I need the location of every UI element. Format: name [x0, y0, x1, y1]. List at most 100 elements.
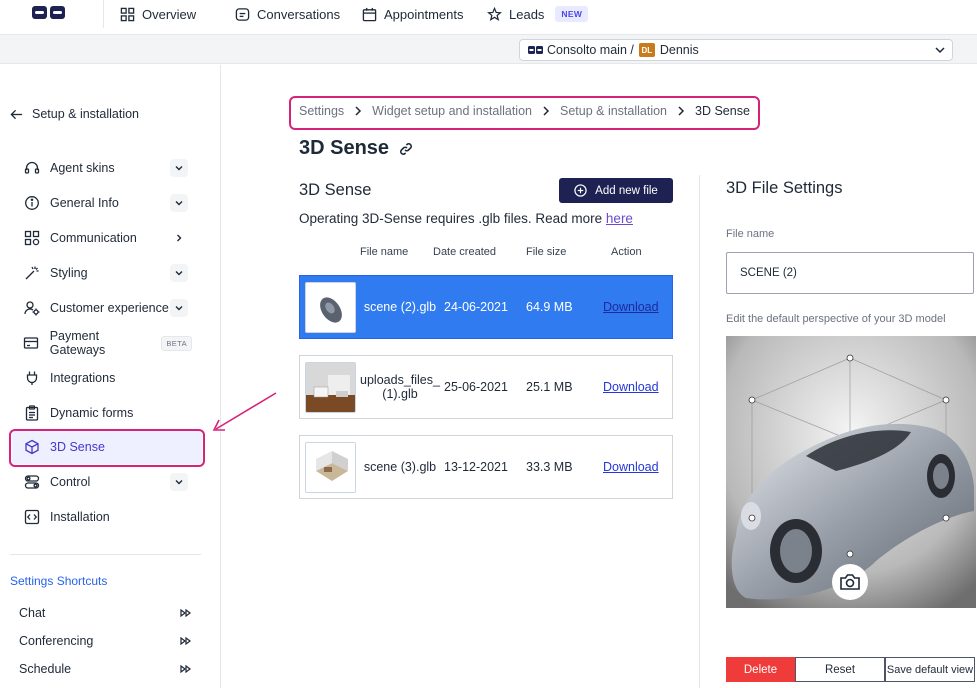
- arrow-left-icon: [10, 109, 23, 119]
- download-link[interactable]: Download: [603, 300, 659, 314]
- download-link[interactable]: Download: [603, 460, 659, 474]
- nav-appointments[interactable]: Appointments: [362, 5, 464, 23]
- add-new-file-button[interactable]: Add new file: [559, 178, 673, 203]
- download-link[interactable]: Download: [603, 380, 659, 394]
- apps-icon: [23, 230, 40, 247]
- sidebar-item-control[interactable]: Control: [14, 468, 192, 496]
- file-row[interactable]: scene (2).glb 24-06-2021 64.9 MB Downloa…: [299, 275, 673, 339]
- breadcrumb: Settings Widget setup and installation S…: [299, 104, 750, 118]
- settings-shortcuts-title: Settings Shortcuts: [10, 574, 108, 588]
- sidebar-item-general-info[interactable]: General Info: [14, 189, 192, 217]
- info-text-body: Operating 3D-Sense requires .glb files. …: [299, 211, 603, 226]
- beta-badge: BETA: [161, 335, 192, 351]
- save-default-view-button[interactable]: Save default view: [885, 657, 975, 682]
- reset-button[interactable]: Reset: [795, 657, 885, 682]
- shortcut-schedule[interactable]: Schedule: [19, 662, 192, 676]
- nav-leads-label: Leads: [509, 6, 545, 22]
- file-date: 25-06-2021: [444, 380, 508, 394]
- toggle-icon: [23, 474, 40, 491]
- page-title: 3D Sense: [299, 137, 413, 160]
- chevron-right-icon: [678, 106, 685, 116]
- files-section-title: 3D Sense: [299, 181, 372, 199]
- calendar-icon: [362, 7, 377, 21]
- file-name: uploads_files_ (1).glb: [360, 373, 440, 401]
- perspective-label: Edit the default perspective of your 3D …: [726, 313, 946, 325]
- breadcrumb-settings[interactable]: Settings: [299, 104, 344, 118]
- capture-view-button[interactable]: [832, 564, 868, 600]
- plus-circle-icon: [574, 184, 587, 197]
- sidebar-item-customer-experience[interactable]: Customer experience: [14, 294, 192, 322]
- user-gear-icon: [23, 300, 40, 317]
- plug-icon: [23, 370, 40, 387]
- file-date: 13-12-2021: [444, 460, 508, 474]
- nav-overview[interactable]: Overview: [120, 5, 196, 23]
- sidebar-item-payment-gateways[interactable]: Payment Gateways BETA: [14, 329, 192, 357]
- chevron-down-icon[interactable]: [170, 473, 188, 491]
- magic-wand-icon: [23, 265, 40, 282]
- file-name-input[interactable]: [726, 252, 974, 294]
- back-label: Setup & installation: [32, 107, 140, 121]
- model-thumbnail: [305, 362, 356, 413]
- nav-conversations-label: Conversations: [257, 6, 341, 22]
- account-selector[interactable]: Consolto main / DL Dennis: [519, 39, 953, 61]
- settings-sidebar: Setup & installation Agent skins General…: [0, 65, 221, 688]
- sidebar-divider: [10, 554, 201, 555]
- sidebar-item-agent-skins[interactable]: Agent skins: [14, 154, 192, 182]
- breadcrumb-setup-installation[interactable]: Setup & installation: [560, 104, 667, 118]
- back-to-setup-link[interactable]: Setup & installation: [10, 107, 139, 121]
- credit-card-icon: [23, 335, 40, 352]
- breadcrumb-widget-setup[interactable]: Widget setup and installation: [372, 104, 532, 118]
- account-user-name: Dennis: [659, 43, 699, 57]
- shortcut-label: Schedule: [19, 662, 72, 676]
- chevron-down-icon[interactable]: [170, 159, 188, 177]
- sidebar-item-label: Communication: [50, 231, 137, 245]
- user-initials-avatar: DL: [638, 43, 655, 57]
- sidebar-item-label: Customer experience: [50, 301, 169, 315]
- page-title-text: 3D Sense: [299, 137, 390, 159]
- consolto-logo[interactable]: [32, 4, 66, 22]
- sidebar-item-label: Installation: [50, 510, 110, 524]
- link-icon[interactable]: [399, 142, 413, 156]
- chevron-right-icon: [355, 106, 362, 116]
- sidebar-item-label: Control: [50, 475, 91, 489]
- new-badge: NEW: [555, 6, 589, 22]
- info-icon: [23, 195, 40, 212]
- sidebar-item-integrations[interactable]: Integrations: [14, 364, 192, 392]
- chevron-down-icon[interactable]: [170, 264, 188, 282]
- delete-button[interactable]: Delete: [726, 657, 795, 682]
- file-name: scene (2).glb: [363, 300, 437, 314]
- sidebar-item-label: General Info: [50, 196, 119, 210]
- headset-icon: [23, 160, 40, 177]
- column-header-file-size: File size: [526, 246, 567, 258]
- shortcut-conferencing[interactable]: Conferencing: [19, 634, 192, 648]
- chevron-down-icon[interactable]: [170, 194, 188, 212]
- fast-forward-icon: [180, 665, 191, 673]
- sidebar-item-label: Payment Gateways: [49, 329, 106, 357]
- consolto-mini-logo: [528, 46, 543, 54]
- panel-divider: [699, 175, 700, 688]
- file-row[interactable]: scene (3).glb 13-12-2021 33.3 MB Downloa…: [299, 435, 673, 499]
- sidebar-item-label: Integrations: [50, 371, 116, 385]
- sidebar-item-label: Dynamic forms: [50, 406, 134, 420]
- fast-forward-icon: [180, 637, 191, 645]
- read-more-link[interactable]: here: [606, 211, 633, 226]
- file-row[interactable]: uploads_files_ (1).glb 25-06-2021 25.1 M…: [299, 355, 673, 419]
- file-name: scene (3).glb: [363, 460, 437, 474]
- chevron-right-icon: [543, 106, 550, 116]
- file-name-label: File name: [726, 228, 775, 240]
- sidebar-item-communication[interactable]: Communication: [14, 224, 192, 252]
- column-header-date-created: Date created: [433, 246, 496, 258]
- sidebar-item-styling[interactable]: Styling: [14, 259, 192, 287]
- nav-conversations[interactable]: Conversations: [235, 5, 340, 23]
- column-header-action: Action: [611, 246, 642, 258]
- chevron-right-icon[interactable]: [170, 229, 188, 247]
- clipboard-icon: [23, 405, 40, 422]
- chevron-down-icon[interactable]: [170, 299, 188, 317]
- shortcut-chat[interactable]: Chat: [19, 606, 192, 620]
- account-prefix: Consolto main /: [547, 43, 634, 57]
- sidebar-item-installation[interactable]: Installation: [14, 503, 192, 531]
- shortcut-label: Conferencing: [19, 634, 94, 648]
- nav-appointments-label: Appointments: [384, 6, 464, 22]
- nav-leads[interactable]: Leads NEW: [487, 5, 589, 23]
- sidebar-item-dynamic-forms[interactable]: Dynamic forms: [14, 399, 192, 427]
